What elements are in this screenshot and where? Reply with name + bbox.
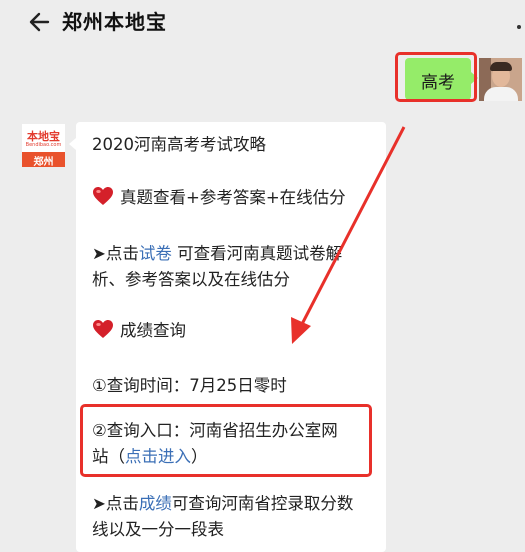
my-avatar[interactable] [479, 58, 522, 101]
top-bar: 郑州本地宝 [0, 0, 525, 44]
avatar-logo-sub: Bendibao.com [25, 142, 62, 148]
paper-prefix: ➤点击 [92, 244, 139, 263]
heart-icon [93, 187, 113, 205]
arrow-left-icon[interactable] [26, 8, 54, 36]
paper-link-line-2: 析、参考答案以及在线估分 [92, 270, 290, 289]
section-heading-exam-text: 真题查看+参考答案+在线估分 [120, 188, 346, 207]
paper-link-line: ➤点击试卷 可查看河南真题试卷解 [92, 240, 342, 264]
score-link[interactable]: 成绩 [139, 494, 172, 513]
avatar-city: 郑州 [33, 157, 54, 167]
paper-link[interactable]: 试卷 [139, 244, 172, 263]
section-heading-exam: 真题查看+参考答案+在线估分 [92, 184, 346, 208]
page-title: 郑州本地宝 [62, 10, 167, 34]
more-icon[interactable] [517, 25, 521, 29]
section-heading-score-text: 成绩查询 [120, 321, 186, 340]
score-suffix: 可查询河南省控录取分数 [171, 494, 354, 513]
highlight-box-entry [80, 404, 372, 477]
card-title: 2020河南高考考试攻略 [92, 135, 266, 154]
paper-suffix: 可查看河南真题试卷解 [171, 244, 343, 263]
heart-icon [93, 320, 113, 338]
highlight-box-message [395, 52, 477, 102]
section-heading-score: 成绩查询 [92, 317, 186, 341]
query-time: ①查询时间：7月25日零时 [92, 376, 287, 395]
score-link-line-2: 线以及一分一段表 [92, 520, 224, 539]
bot-avatar[interactable]: 本地宝 Bendibao.com 郑州 [22, 124, 65, 167]
score-link-line: ➤点击成绩可查询河南省控录取分数 [92, 490, 353, 514]
score-prefix: ➤点击 [92, 494, 139, 513]
